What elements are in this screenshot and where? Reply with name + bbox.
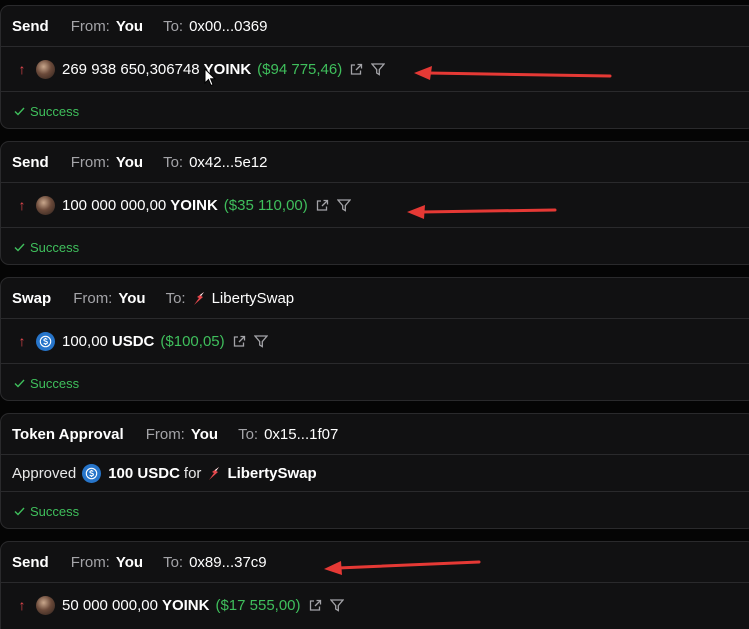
- approved-amount: 100 USDC: [108, 464, 180, 482]
- filter-icon[interactable]: [371, 62, 386, 76]
- usd-value: ($100,05): [160, 332, 225, 350]
- status: Success: [1, 492, 749, 530]
- filter-icon[interactable]: [336, 198, 351, 212]
- amount: 50 000 000,00: [62, 596, 158, 614]
- transaction-type: Send: [12, 553, 49, 571]
- from-value: You: [118, 289, 146, 307]
- arrow-up-icon: ↑: [18, 333, 26, 349]
- to-address[interactable]: 0x42...5e12: [189, 154, 267, 171]
- transaction-card: Token Approval From: You To: 0x15...1f07…: [0, 413, 749, 529]
- yoink-avatar: [36, 195, 55, 215]
- status: Success: [1, 92, 749, 130]
- filter-icon[interactable]: [253, 334, 268, 348]
- from-label: From:: [70, 553, 110, 571]
- for-label: for: [183, 464, 202, 482]
- arrow-up-icon: ↑: [18, 197, 26, 213]
- to-label: To:: [163, 17, 184, 35]
- from-label: From:: [73, 289, 113, 307]
- transfer-row: ↑ 269 938 650,306748 YOINK ($94 775,46): [1, 47, 749, 92]
- from-value: You: [115, 153, 144, 171]
- status: Success: [1, 364, 749, 402]
- to-label: To:: [163, 153, 184, 171]
- to-address[interactable]: 0x00...0369: [189, 18, 267, 35]
- transaction-type: Token Approval: [12, 425, 124, 443]
- to-address[interactable]: 0x89...37c9: [189, 554, 267, 571]
- token-symbol[interactable]: USDC: [112, 333, 155, 350]
- amount: 269 938 650,306748: [62, 60, 200, 78]
- yoink-avatar: [36, 595, 55, 615]
- check-icon: [14, 379, 25, 388]
- cursor-icon: [204, 68, 216, 87]
- usdc-icon: [82, 463, 102, 483]
- transfer-row: ↑ 100,00 USDC ($100,05): [1, 319, 749, 364]
- transaction-card: Send From: You To: 0x89...37c9 ↑ 50 000 …: [0, 541, 749, 629]
- amount: 100,00: [62, 332, 108, 350]
- usd-value: ($35 110,00): [223, 196, 308, 214]
- transaction-card: Send From: You To: 0x00...0369 ↑ 269 938…: [0, 5, 749, 129]
- approval-row: Approved 100 USDC for LibertySwap: [1, 455, 749, 492]
- approved-label: Approved: [12, 464, 77, 482]
- arrow-up-icon: ↑: [18, 61, 26, 77]
- to-address[interactable]: 0x15...1f07: [264, 426, 338, 443]
- usd-value: ($94 775,46): [257, 60, 343, 78]
- status-text: Success: [30, 103, 80, 119]
- transfer-row: ↑ 50 000 000,00 YOINK ($17 555,00): [1, 583, 749, 627]
- filter-icon[interactable]: [329, 598, 344, 612]
- transaction-type: Send: [12, 153, 49, 171]
- to-label: To:: [163, 553, 184, 571]
- external-link-icon[interactable]: [350, 63, 363, 76]
- transaction-card: Swap From: You To: LibertySwap ↑ 100,00 …: [0, 277, 749, 401]
- external-link-icon[interactable]: [309, 599, 322, 612]
- libertyswap-logo: [207, 466, 221, 481]
- transaction-card: Send From: You To: 0x42...5e12 ↑ 100 000…: [0, 141, 749, 265]
- token-symbol[interactable]: YOINK: [170, 197, 218, 214]
- libertyswap-logo: [192, 291, 206, 306]
- transaction-header: Send From: You To: 0x42...5e12: [1, 142, 749, 183]
- amount: 100 000 000,00: [62, 196, 167, 214]
- token-symbol[interactable]: YOINK: [162, 597, 210, 614]
- spender-name[interactable]: LibertySwap: [227, 465, 316, 482]
- status-text: Success: [30, 239, 80, 255]
- usd-value: ($17 555,00): [215, 596, 301, 614]
- transaction-header: Swap From: You To: LibertySwap: [1, 278, 749, 319]
- external-link-icon[interactable]: [233, 335, 246, 348]
- transaction-header: Token Approval From: You To: 0x15...1f07: [1, 414, 749, 455]
- transaction-type: Swap: [12, 289, 52, 307]
- transfer-row: ↑ 100 000 000,00 YOINK ($35 110,00): [1, 183, 749, 228]
- status-text: Success: [30, 375, 80, 391]
- transaction-header: Send From: You To: 0x89...37c9: [1, 542, 749, 583]
- external-link-icon[interactable]: [316, 199, 329, 212]
- from-label: From:: [70, 153, 110, 171]
- to-dapp[interactable]: LibertySwap: [212, 290, 295, 307]
- to-label: To:: [238, 425, 259, 443]
- from-value: You: [115, 553, 144, 571]
- check-icon: [14, 243, 25, 252]
- usdc-icon: [36, 331, 55, 351]
- from-label: From:: [70, 17, 110, 35]
- transaction-type: Send: [12, 17, 49, 35]
- status-text: Success: [30, 503, 80, 519]
- to-label: To:: [165, 289, 186, 307]
- from-value: You: [115, 17, 144, 35]
- transaction-header: Send From: You To: 0x00...0369: [1, 6, 749, 47]
- transaction-feed: Send From: You To: 0x00...0369 ↑ 269 938…: [0, 0, 749, 629]
- from-label: From:: [145, 425, 185, 443]
- yoink-avatar: [36, 59, 55, 79]
- check-icon: [14, 107, 25, 116]
- check-icon: [14, 507, 25, 516]
- status: Success: [1, 228, 749, 266]
- arrow-up-icon: ↑: [18, 597, 26, 613]
- from-value: You: [190, 425, 219, 443]
